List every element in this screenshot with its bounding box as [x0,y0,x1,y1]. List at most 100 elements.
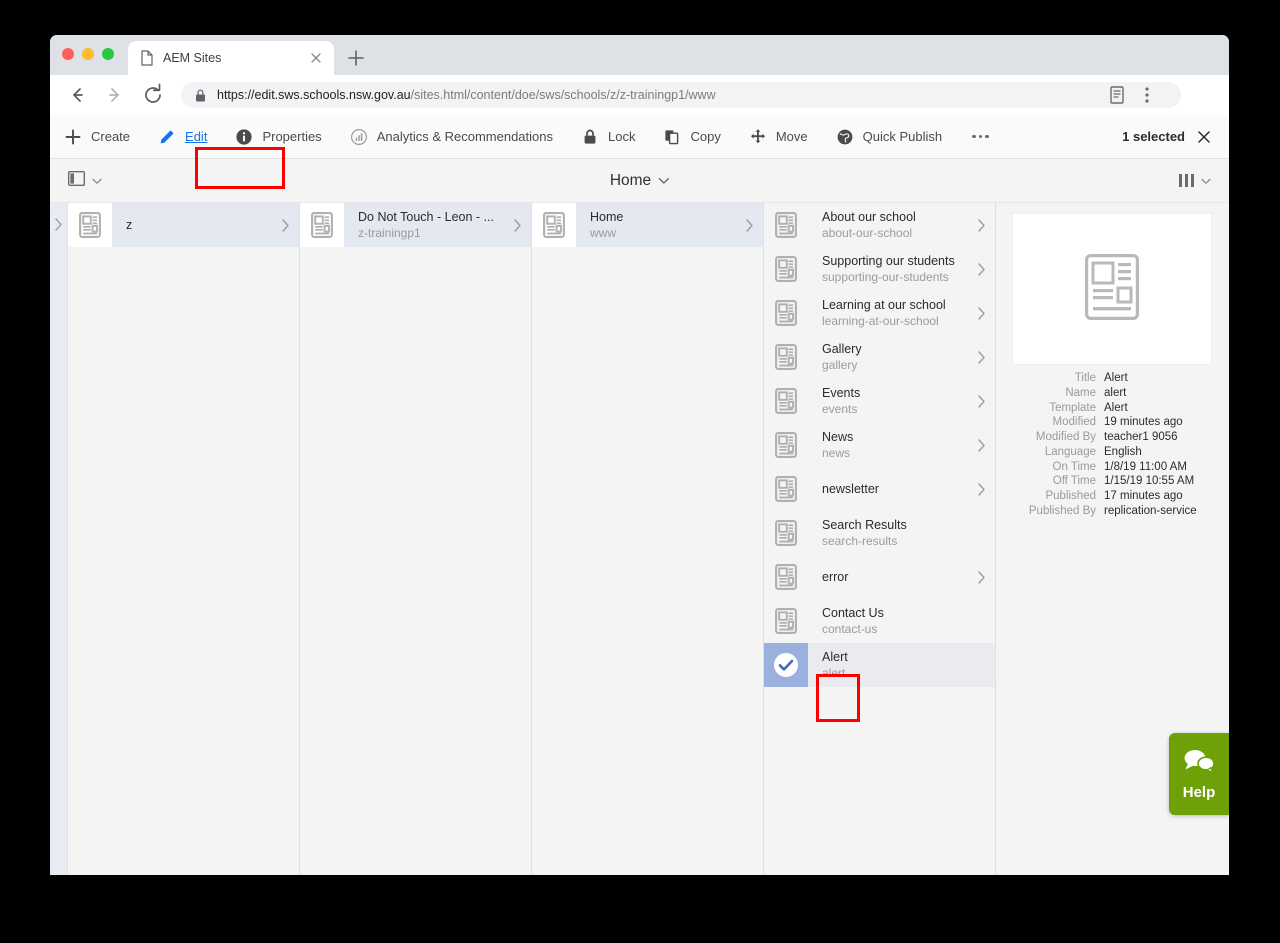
column-row[interactable]: Home www [532,203,763,247]
chevron-down-icon [658,172,669,190]
back-arrow-icon[interactable] [62,80,92,110]
column-row[interactable]: Search Results search-results [764,511,995,555]
properties-button[interactable]: Properties [221,115,335,159]
address-bar-url: https://edit.sws.schools.nsw.gov.au/site… [217,88,716,102]
analytics-recommendations-button[interactable]: Analytics & Recommendations [336,115,567,159]
column-row[interactable]: Gallery gallery [764,335,995,379]
chevron-right-icon[interactable] [969,306,995,321]
window-close-button[interactable] [62,48,74,60]
address-bar[interactable]: https://edit.sws.schools.nsw.gov.au/site… [181,82,1181,108]
browser-tab-title: AEM Sites [163,51,222,65]
detail-property-value: 1/15/19 10:55 AM [1104,475,1195,488]
column-row[interactable]: Alert alert [764,643,995,687]
detail-property-key: Modified [1052,416,1096,429]
page-template-icon[interactable] [764,335,808,379]
chevron-right-icon[interactable] [969,482,995,497]
chevron-right-icon[interactable] [969,218,995,233]
column-row[interactable]: About our school about-our-school [764,203,995,247]
page-template-icon[interactable] [764,379,808,423]
create-button[interactable]: Create [50,115,144,159]
checkmark-circle-icon[interactable] [764,643,808,687]
column-row-subtitle: search-results [822,533,898,548]
chevron-right-icon[interactable] [969,262,995,277]
more-icon[interactable] [956,115,1005,159]
quick-publish-label: Quick Publish [862,129,943,144]
help-label: Help [1182,783,1216,801]
column-row[interactable]: z [68,203,299,247]
view-switcher[interactable] [1178,172,1230,190]
chevron-right-icon[interactable] [273,218,299,233]
detail-property-value: 1/8/19 11:00 AM [1104,460,1187,473]
column-row[interactable]: News news [764,423,995,467]
column-row[interactable]: newsletter [764,467,995,511]
help-button[interactable]: Help [1169,733,1229,815]
chevron-right-icon[interactable] [737,218,763,233]
page-template-icon[interactable] [764,247,808,291]
close-icon[interactable] [1197,130,1211,144]
edit-button[interactable]: Edit [144,115,221,159]
reload-icon[interactable] [138,80,168,110]
column-row-subtitle: learning-at-our-school [822,313,939,328]
browser-tab[interactable]: AEM Sites [128,41,334,75]
breadcrumb[interactable]: Home [610,159,669,203]
column-row-subtitle: gallery [822,357,858,372]
rail-panel-icon [67,170,86,191]
chevron-right-icon[interactable] [505,218,531,233]
copy-button[interactable]: Copy [649,115,734,159]
detail-property-value: English [1104,445,1142,458]
forward-arrow-icon[interactable] [100,80,130,110]
detail-property-value: 17 minutes ago [1104,490,1183,503]
browser-menu-icon[interactable] [1135,83,1159,107]
page-template-icon[interactable] [532,203,576,247]
page-template-icon[interactable] [764,511,808,555]
column-row-subtitle: events [822,401,858,416]
detail-property-key: Name [1065,386,1096,399]
page-template-icon[interactable] [68,203,112,247]
reader-mode-icon[interactable] [1105,83,1129,107]
close-icon[interactable] [308,50,324,66]
analytics-icon [350,128,368,146]
column-row[interactable]: error [764,555,995,599]
lock-button[interactable]: Lock [567,115,649,159]
page-template-icon[interactable] [764,467,808,511]
column-row-text: newsletter [808,482,969,497]
column-row[interactable]: Contact Us contact-us [764,599,995,643]
detail-property-value: Alert [1104,401,1128,414]
column-row[interactable]: Events events [764,379,995,423]
window-minimize-button[interactable] [82,48,94,60]
column-row[interactable]: Supporting our students supporting-our-st… [764,247,995,291]
column-row[interactable]: Learning at our school learning-at-our-sc… [764,291,995,335]
properties-label: Properties [262,129,322,144]
chevron-right-icon[interactable] [969,394,995,409]
detail-property-value: alert [1104,386,1127,399]
chevron-down-icon [92,172,102,190]
browser-window: AEM Sites https://edit.sws.schools.nsw.g… [50,35,1229,875]
column-row-text: error [808,570,969,585]
page-template-icon[interactable] [764,423,808,467]
lock-label: Lock [608,129,636,144]
move-button[interactable]: Move [735,115,822,159]
page-template-icon[interactable] [764,291,808,335]
window-maximize-button[interactable] [102,48,114,60]
column-row[interactable]: Do Not Touch - Leon - ... z-trainingp1 [300,203,531,247]
chevron-right-icon [54,217,65,237]
page-template-icon[interactable] [764,555,808,599]
new-tab-icon[interactable] [344,46,368,70]
chevron-right-icon[interactable] [969,438,995,453]
create-label: Create [91,129,131,144]
quick-publish-button[interactable]: Quick Publish [822,115,956,159]
page-template-icon[interactable] [300,203,344,247]
column-level-3: Home www [532,203,764,875]
page-template-icon[interactable] [764,203,808,247]
edit-label: Edit [185,129,208,144]
browser-toolbar: https://edit.sws.schools.nsw.gov.au/site… [50,75,1229,115]
page-template-icon[interactable] [764,599,808,643]
chevron-right-icon[interactable] [969,570,995,585]
chevron-right-icon[interactable] [969,350,995,365]
detail-property-key: Language [1044,445,1096,458]
column-row-text: Home www [576,210,737,241]
globe-icon [836,128,854,146]
detail-property-row: Published 17 minutes ago [996,489,1212,504]
rail-panel-toggle[interactable] [50,170,102,191]
detail-property-key: Published By [1028,505,1096,518]
